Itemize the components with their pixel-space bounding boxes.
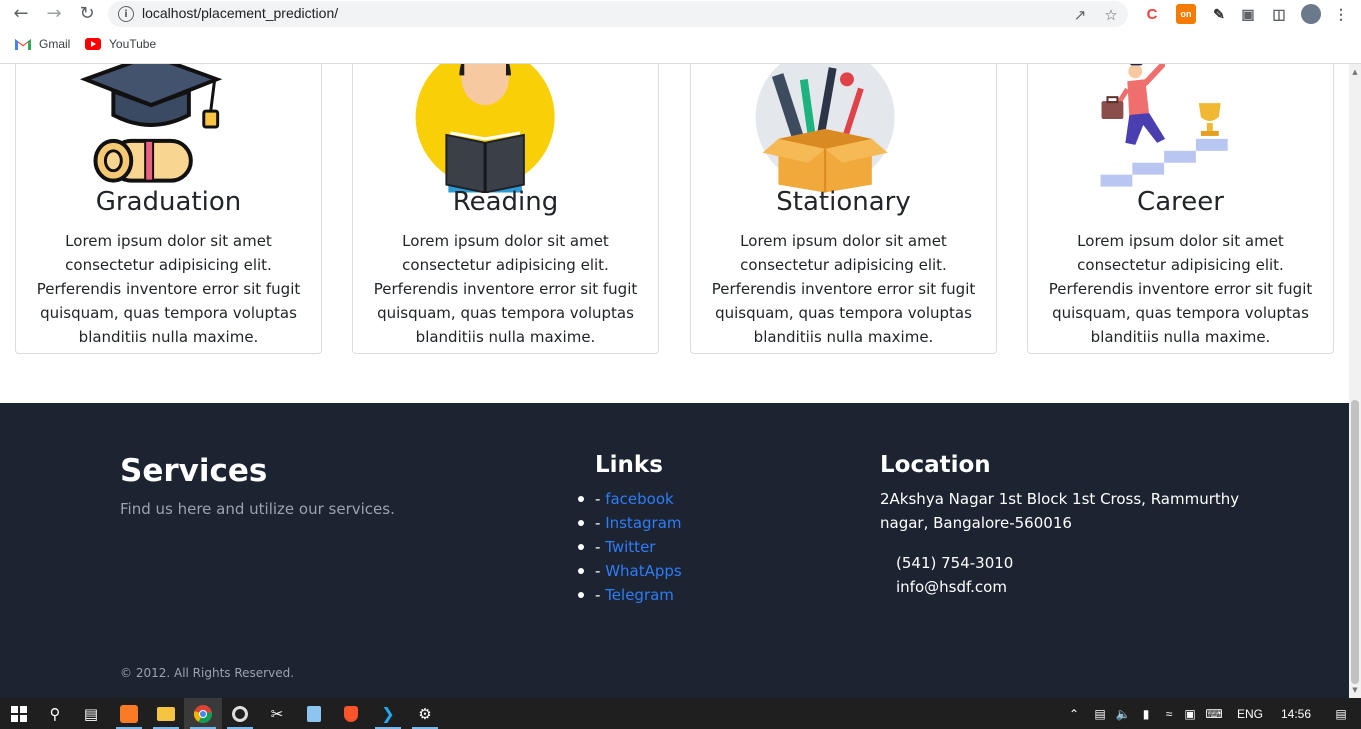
back-icon[interactable]: ← [10, 3, 32, 25]
brave-icon[interactable] [332, 698, 370, 729]
page-scrollbar[interactable]: ▲ ▼ [1349, 64, 1361, 698]
bookmark-youtube[interactable]: YouTube [85, 37, 156, 51]
windows-taskbar: ⚲ ▤ ✂ ❯ ⚙ ⌃ ▤ 🔈 ▮ ≈ ▣ ⌨ ENG 14:56 ▤ [0, 698, 1361, 729]
forward-icon[interactable]: → [43, 3, 65, 25]
windows-logo-icon [11, 705, 27, 722]
footer-links-title: Links [595, 452, 663, 478]
tray-network-icon[interactable]: ▤ [1088, 707, 1112, 721]
volume-icon[interactable]: 🔈 [1112, 707, 1134, 721]
card-description: Lorem ipsum dolor sit amet consectetur a… [373, 232, 638, 346]
meet-now-icon[interactable]: ▣ [1180, 707, 1200, 721]
footer-link-item: - Instagram [578, 511, 682, 535]
footer-link-item: - Twitter [578, 535, 682, 559]
share-icon[interactable]: ↗ [1070, 5, 1090, 25]
wifi-icon[interactable]: ≈ [1158, 707, 1180, 721]
tray-chevron-up-icon[interactable]: ⌃ [1066, 707, 1082, 721]
footer-link-item: - Telegram [578, 583, 682, 607]
extension-pen-icon[interactable]: ✎ [1209, 4, 1229, 24]
chrome-icon[interactable] [184, 698, 222, 729]
card-graduation: Graduation Lorem ipsum dolor sit amet co… [15, 64, 322, 354]
link-prefix: - [595, 586, 606, 604]
vscode-icon[interactable]: ❯ [369, 698, 407, 729]
keyboard-icon[interactable]: ⌨ [1200, 707, 1228, 721]
extensions-puzzle-icon[interactable]: ▣ [1238, 4, 1258, 24]
settings-gear-icon[interactable]: ⚙ [406, 698, 444, 729]
profile-avatar[interactable] [1301, 4, 1321, 24]
bookmark-gmail[interactable]: Gmail [15, 37, 70, 51]
menu-kebab-icon[interactable]: ⋮ [1331, 4, 1351, 24]
footer-services-subtitle: Find us here and utilize our services. [120, 500, 395, 518]
twitter-link[interactable]: Twitter [605, 538, 655, 556]
card-description: Lorem ipsum dolor sit amet consectetur a… [711, 232, 976, 346]
site-footer: Services Find us here and utilize our se… [0, 403, 1349, 698]
card-reading: Reading Lorem ipsum dolor sit amet conse… [352, 64, 659, 354]
notepad-icon[interactable] [295, 698, 333, 729]
card-title: Reading [452, 187, 559, 217]
facebook-link[interactable]: facebook [605, 490, 674, 508]
language-indicator[interactable]: ENG [1232, 707, 1268, 721]
battery-icon[interactable]: ▮ [1134, 707, 1158, 721]
whatsapp-link[interactable]: WhatApps [605, 562, 682, 580]
footer-copyright: © 2012. All Rights Reserved. [120, 666, 295, 680]
link-prefix: - [595, 562, 606, 580]
telegram-link[interactable]: Telegram [605, 586, 674, 604]
system-tray: ⌃ ▤ 🔈 ▮ ≈ ▣ ⌨ ENG 14:56 ▤ [1066, 698, 1356, 729]
url-text[interactable]: localhost/placement_prediction/ [142, 5, 338, 21]
page-content: Graduation Lorem ipsum dolor sit amet co… [0, 64, 1349, 698]
youtube-icon [85, 38, 101, 50]
graduation-cap-illustration [79, 64, 223, 183]
bookmarks-bar: Gmail YouTube [0, 33, 1361, 59]
footer-email: info@hsdf.com [896, 578, 1007, 596]
gmail-icon [15, 39, 31, 50]
card-description: Lorem ipsum dolor sit amet consectetur a… [36, 232, 301, 346]
footer-links-list: - facebook - Instagram - Twitter - WhatA… [578, 487, 682, 607]
reload-icon[interactable]: ↻ [76, 3, 98, 25]
link-prefix: - [595, 490, 606, 508]
footer-link-item: - WhatApps [578, 559, 682, 583]
link-prefix: - [595, 538, 606, 556]
address-bar[interactable]: i localhost/placement_prediction/ ↗ ☆ [108, 1, 1128, 27]
chrome-logo-icon [194, 704, 212, 723]
reading-child-illustration [415, 64, 555, 193]
card-title: Stationary [776, 187, 911, 217]
notifications-icon[interactable]: ▤ [1326, 707, 1356, 721]
side-panel-icon[interactable]: ◫ [1269, 4, 1289, 24]
xampp-icon[interactable] [110, 698, 148, 729]
card-stationary: Stationary Lorem ipsum dolor sit amet co… [690, 64, 997, 354]
file-explorer-icon[interactable] [147, 698, 185, 729]
instagram-link[interactable]: Instagram [605, 514, 681, 532]
extension-c-icon[interactable]: C [1142, 4, 1162, 24]
search-icon[interactable]: ⚲ [36, 698, 74, 729]
footer-address: 2Akshya Nagar 1st Block 1st Cross, Rammu… [880, 490, 1240, 532]
footer-phone: (541) 754-3010 [896, 554, 1014, 572]
bookmark-label: YouTube [109, 37, 157, 51]
task-view-icon[interactable]: ▤ [72, 698, 110, 729]
snipping-tool-icon[interactable]: ✂ [258, 698, 296, 729]
footer-link-item: - facebook [578, 487, 682, 511]
scrollbar-thumb[interactable] [1351, 400, 1359, 684]
footer-services-title: Services [120, 453, 268, 489]
stationery-box-illustration [755, 64, 895, 193]
card-title: Graduation [95, 187, 242, 217]
bookmark-star-icon[interactable]: ☆ [1101, 5, 1121, 25]
footer-location-title: Location [880, 452, 991, 478]
extension-on-icon[interactable]: on [1176, 4, 1196, 24]
clock[interactable]: 14:56 [1274, 707, 1318, 721]
scroll-down-icon[interactable]: ▼ [1351, 686, 1359, 694]
card-description: Lorem ipsum dolor sit amet consectetur a… [1048, 232, 1313, 346]
card-title: Career [1137, 187, 1224, 217]
browser-toolbar: ← → ↻ i localhost/placement_prediction/ … [0, 0, 1361, 64]
obs-icon[interactable] [221, 698, 259, 729]
career-stairs-illustration [1100, 64, 1228, 187]
bookmark-label: Gmail [39, 37, 71, 51]
site-info-icon[interactable]: i [118, 6, 134, 22]
scroll-up-icon[interactable]: ▲ [1351, 68, 1359, 76]
link-prefix: - [595, 514, 606, 532]
card-career: Career Lorem ipsum dolor sit amet consec… [1027, 64, 1334, 354]
windows-start-icon[interactable] [0, 698, 38, 729]
